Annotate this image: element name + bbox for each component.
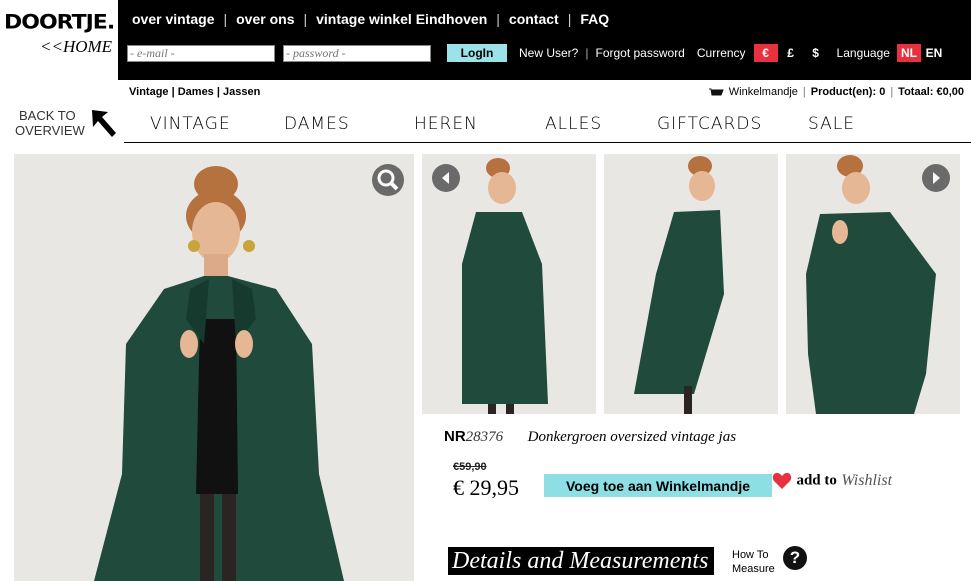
forgot-password-link[interactable]: Forgot password (595, 46, 684, 60)
thumbnail-2[interactable] (604, 154, 778, 414)
model-illustration (14, 154, 414, 581)
nav-separator: | (303, 11, 308, 27)
how-to-line-2: Measure (732, 563, 775, 575)
separator: | (802, 86, 806, 98)
wishlist-word: Wishlist (841, 472, 893, 489)
cart-products: Product(en): 0 (810, 86, 886, 98)
top-bar: over vintage | over ons | vintage winkel… (118, 0, 971, 80)
wishlist-add-text: add to (796, 472, 837, 489)
product-number-label: NR (444, 428, 466, 445)
brand-logo[interactable]: DOORTJE. (4, 11, 115, 34)
add-to-wishlist-link[interactable]: add to Wishlist (772, 472, 892, 490)
logo-area: DOORTJE. <<HOME (0, 0, 118, 80)
add-to-cart-button[interactable]: Voeg toe aan Winkelmandje (544, 474, 772, 497)
how-to-measure-link[interactable]: How To Measure (732, 548, 775, 576)
model-illustration (786, 154, 960, 414)
help-icon[interactable]: ? (783, 546, 807, 570)
home-link[interactable]: <<HOME (40, 37, 112, 57)
currency-label: Currency (696, 46, 746, 60)
product-name: Donkergroen oversized vintage jas (527, 429, 737, 445)
language-label: Language (836, 46, 890, 60)
email-field[interactable] (127, 44, 275, 62)
nav-over-vintage[interactable]: over vintage (132, 11, 214, 27)
nav-heren[interactable]: HEREN (414, 114, 478, 134)
currency-dollar[interactable]: $ (804, 44, 828, 62)
nav-separator: | (496, 11, 500, 27)
back-line-1: BACK TO (19, 108, 76, 123)
model-illustration (604, 154, 778, 414)
cart-total: Totaal: €0,00 (898, 86, 964, 98)
model-illustration (422, 154, 596, 414)
current-price: € 29,95 (453, 475, 519, 500)
back-line-2: OVERVIEW (15, 123, 85, 138)
arrow-right-icon[interactable] (922, 164, 950, 192)
top-nav: over vintage | over ons | vintage winkel… (132, 11, 609, 27)
cart-label[interactable]: Winkelmandje (729, 86, 798, 98)
language-nl[interactable]: NL (896, 44, 921, 62)
currency-pound[interactable]: £ (779, 44, 803, 62)
nav-faq[interactable]: FAQ (580, 11, 609, 27)
thumbnail-3[interactable] (786, 154, 960, 414)
nav-separator: | (223, 11, 228, 27)
how-to-line-1: How To (732, 549, 769, 561)
thumbnail-1[interactable] (422, 154, 596, 414)
heart-icon (772, 472, 792, 489)
language-en[interactable]: EN (922, 44, 946, 62)
password-field[interactable] (283, 44, 431, 62)
old-price: €59,90 (453, 461, 487, 473)
nav-sale[interactable]: SALE (808, 114, 855, 134)
separator: | (585, 46, 589, 60)
details-heading[interactable]: Details and Measurements (448, 547, 714, 575)
arrow-left-icon[interactable] (432, 164, 460, 192)
magnifier-icon[interactable] (372, 164, 404, 196)
currency-euro[interactable]: € (753, 44, 778, 62)
nav-dames[interactable]: DAMES (284, 114, 350, 134)
product-number: 28376 (465, 429, 504, 445)
nav-contact[interactable]: contact (509, 11, 559, 27)
back-to-overview-link[interactable]: BACK TO OVERVIEW (15, 108, 85, 138)
main-product-photo[interactable] (14, 154, 414, 581)
arrow-up-left-icon[interactable] (88, 107, 118, 139)
login-row: LogIn New User? | Forgot password Curren… (127, 44, 947, 62)
new-user-link[interactable]: New User? (519, 46, 578, 60)
breadcrumb[interactable]: Vintage | Dames | Jassen (129, 86, 260, 98)
separator: | (890, 86, 894, 98)
login-button[interactable]: LogIn (447, 44, 507, 62)
nav-vintage[interactable]: VINTAGE (150, 114, 231, 134)
nav-vintage-winkel[interactable]: vintage winkel Eindhoven (316, 11, 487, 27)
nav-over-ons[interactable]: over ons (236, 11, 294, 27)
cart-summary[interactable]: Winkelmandje | Product(en): 0 | Totaal: … (708, 86, 964, 98)
product-header: NR28376 Donkergroen oversized vintage ja… (444, 428, 736, 446)
nav-giftcards[interactable]: GIFTCARDS (657, 114, 762, 134)
shopping-cart-icon (708, 88, 724, 95)
nav-alles[interactable]: ALLES (545, 114, 602, 134)
nav-separator: | (567, 11, 572, 27)
main-nav: VINTAGE DAMES HEREN ALLES GIFTCARDS SALE (124, 106, 971, 143)
